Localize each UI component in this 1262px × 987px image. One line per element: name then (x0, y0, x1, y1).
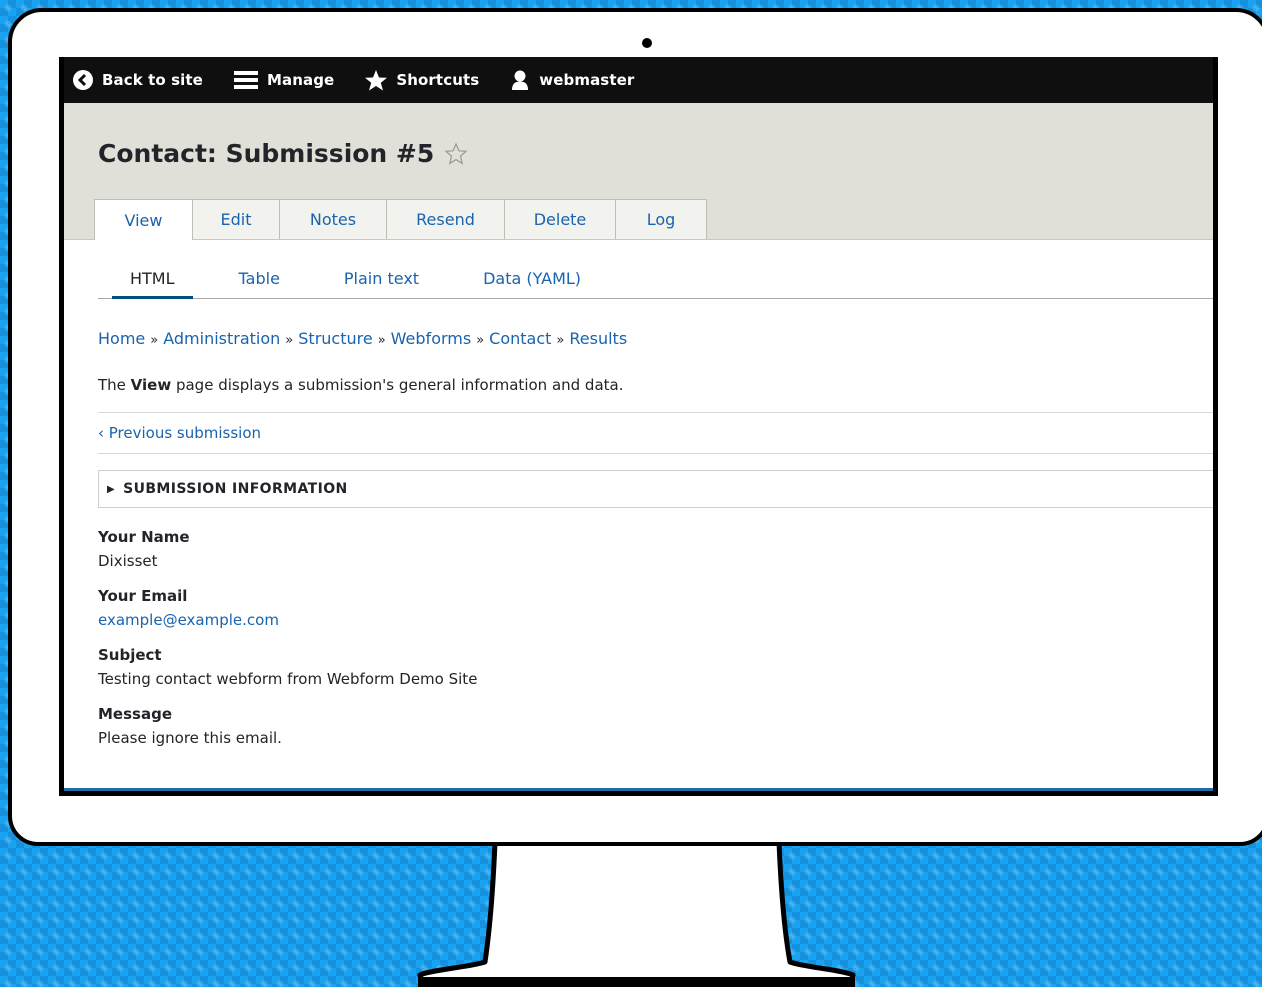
subtab-html[interactable]: HTML (98, 269, 207, 299)
page-title-text: Contact: Submission #5 (98, 139, 435, 168)
shortcuts-menu-button[interactable]: Shortcuts (364, 69, 479, 91)
field-label: Message (98, 705, 172, 723)
tab-view[interactable]: View (94, 199, 193, 240)
help-strong: View (130, 376, 172, 394)
browser-screen: Back to site Manage Shortcuts webmaster … (59, 57, 1218, 796)
breadcrumb-structure[interactable]: Structure (298, 329, 372, 348)
breadcrumb-separator: » (150, 333, 159, 348)
submission-navigation: ‹ Previous submission (98, 412, 1213, 454)
field-value: Testing contact webform from Webform Dem… (98, 670, 478, 688)
page-title: Contact: Submission #5 (98, 139, 468, 168)
breadcrumb-contact[interactable]: Contact (489, 329, 551, 348)
triangle-right-icon: ▶ (107, 483, 116, 495)
tab-label: Delete (533, 210, 587, 229)
hamburger-menu-icon (233, 69, 259, 91)
details-summary-label: SUBMISSION INFORMATION (123, 481, 348, 497)
subtab-label: Plain text (343, 269, 420, 288)
chevron-left-circle-icon (72, 69, 94, 91)
help-suffix: page displays a submission's general inf… (171, 376, 624, 394)
tab-resend[interactable]: Resend (386, 199, 505, 239)
help-prefix: The (98, 376, 131, 394)
field-message: Message Please ignore this email. (98, 705, 1213, 747)
subtab-label: Table (238, 269, 280, 288)
breadcrumb-separator: » (556, 333, 565, 348)
subtab-table[interactable]: Table (207, 269, 312, 298)
field-value: Dixisset (98, 552, 158, 570)
breadcrumb: Home » Administration » Structure » Webforms » C… (98, 329, 1213, 348)
back-to-site-label: Back to site (102, 71, 203, 89)
tab-log[interactable]: Log (615, 199, 707, 239)
subtab-label: HTML (130, 269, 175, 288)
field-label: Your Email (98, 587, 188, 605)
screen-bottom-border (64, 788, 1213, 791)
subtab-data-yaml[interactable]: Data (YAML) (451, 269, 613, 298)
primary-tabs: View Edit Notes Resend Delete Log (94, 199, 707, 240)
tab-notes[interactable]: Notes (279, 199, 387, 239)
manage-menu-button[interactable]: Manage (233, 69, 334, 91)
field-subject: Subject Testing contact webform from Web… (98, 646, 1213, 688)
secondary-tabs: HTML Table Plain text Data (YAML) (98, 240, 1213, 299)
field-label: Subject (98, 646, 162, 664)
breadcrumb-results[interactable]: Results (569, 329, 627, 348)
back-to-site-link[interactable]: Back to site (72, 69, 203, 91)
user-menu-button[interactable]: webmaster (509, 69, 634, 91)
field-value: Please ignore this email. (98, 729, 282, 747)
tab-label: Log (646, 210, 676, 229)
tab-label: Edit (220, 210, 252, 229)
camera-icon (642, 38, 652, 48)
tab-edit[interactable]: Edit (192, 199, 280, 239)
user-label: webmaster (539, 71, 635, 89)
email-link[interactable]: example@example.com (98, 611, 1213, 629)
previous-submission-link[interactable]: ‹ Previous submission (98, 424, 261, 442)
field-your-name: Your Name Dixisset (98, 528, 1213, 570)
page-header: Contact: Submission #5 View Edit Notes R… (64, 103, 1213, 240)
tab-delete[interactable]: Delete (504, 199, 616, 239)
breadcrumb-separator: » (377, 333, 386, 348)
field-your-email: Your Email example@example.com (98, 587, 1213, 629)
main-content: HTML Table Plain text Data (YAML) Home » A… (64, 240, 1213, 747)
subtab-label: Data (YAML) (483, 269, 582, 288)
user-icon (509, 69, 531, 91)
subtab-plain-text[interactable]: Plain text (312, 269, 451, 298)
tab-label: Resend (416, 210, 475, 229)
manage-label: Manage (266, 71, 335, 89)
breadcrumb-webforms[interactable]: Webforms (391, 329, 472, 348)
tab-label: Notes (309, 210, 357, 229)
breadcrumb-home[interactable]: Home (98, 329, 145, 348)
breadcrumb-administration[interactable]: Administration (163, 329, 280, 348)
shortcuts-label: Shortcuts (396, 71, 480, 89)
submission-information-toggle[interactable]: ▶ SUBMISSION INFORMATION (98, 470, 1213, 508)
tab-label: View (124, 210, 163, 230)
help-text: The View page displays a submission's ge… (98, 376, 1213, 394)
star-icon (364, 69, 388, 91)
admin-toolbar: Back to site Manage Shortcuts webmaster (64, 57, 1213, 103)
breadcrumb-separator: » (285, 333, 294, 348)
breadcrumb-separator: » (476, 333, 485, 348)
field-label: Your Name (98, 528, 190, 546)
shortcut-star-icon[interactable] (444, 141, 468, 166)
